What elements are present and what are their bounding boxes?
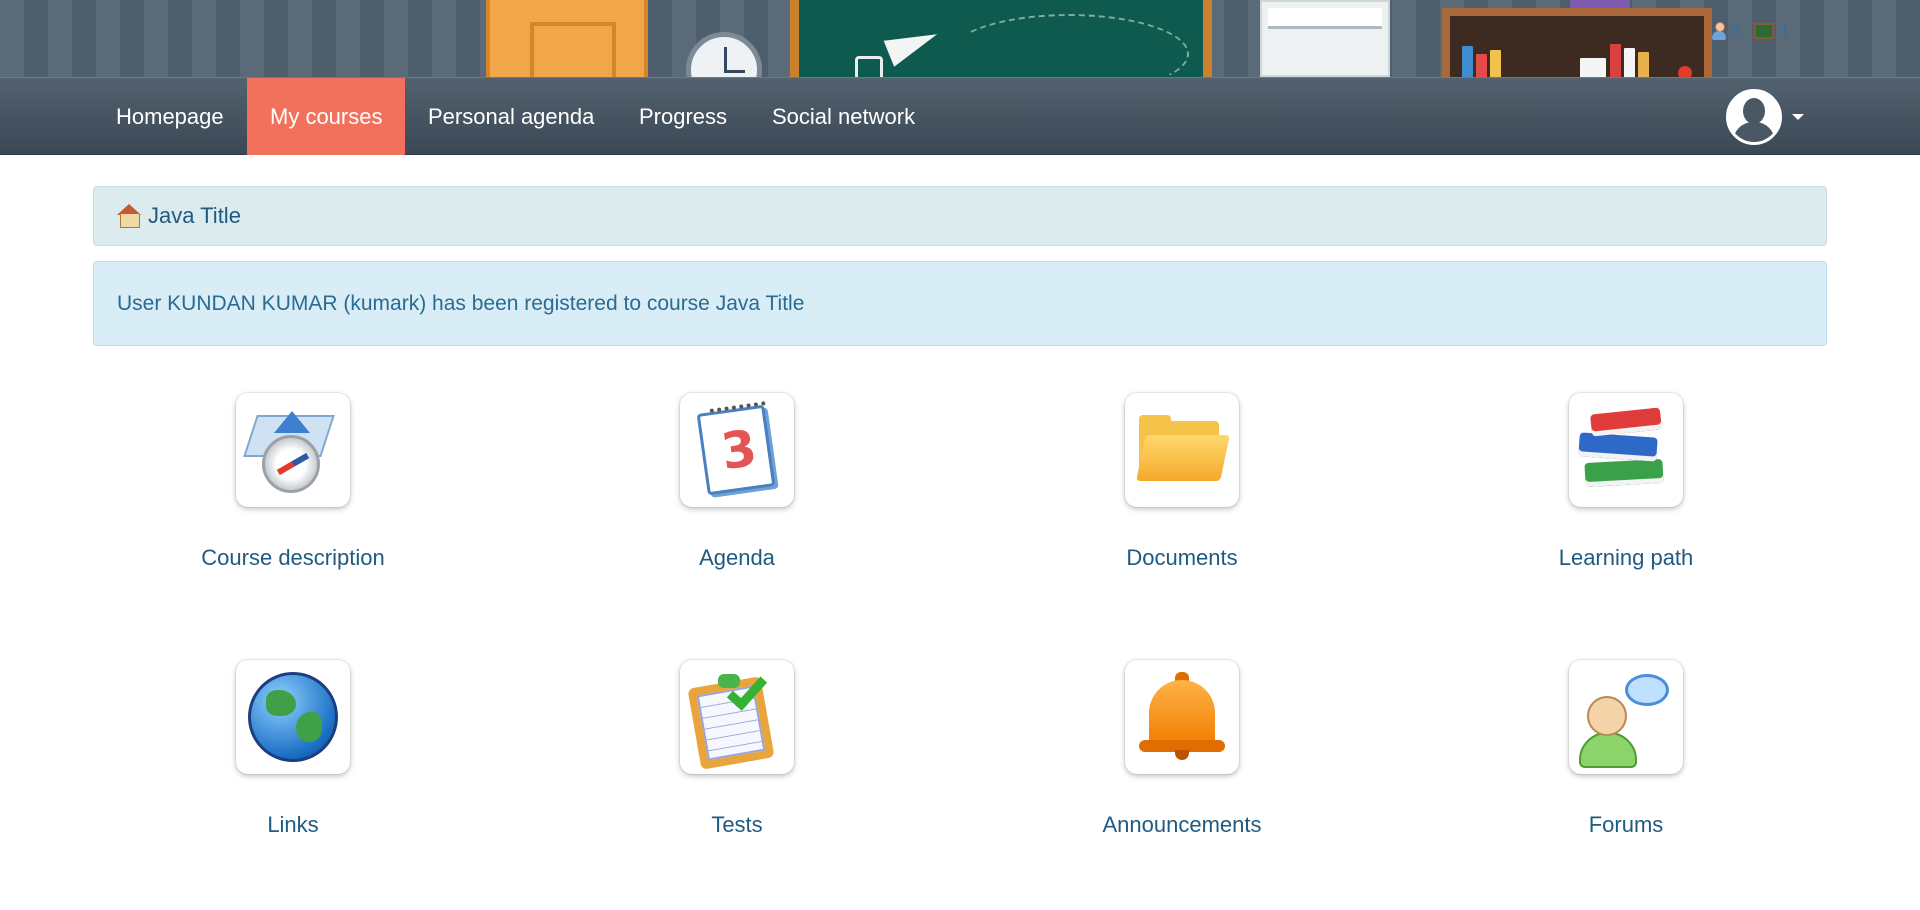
tool-documents[interactable]: Documents [1032,393,1332,571]
tool-links[interactable]: Links [143,660,443,838]
banner-bookshelf-illustration [1442,8,1712,77]
forum-icon[interactable] [1569,660,1683,774]
checklist-icon[interactable] [680,660,794,774]
banner-poster-illustration [1260,0,1390,77]
tool-label[interactable]: Course description [143,545,443,571]
users-online-count: 3 [1732,22,1741,40]
tool-forums[interactable]: Forums [1476,660,1776,838]
user-menu-toggle[interactable] [1726,89,1804,145]
tool-label[interactable]: Forums [1476,812,1776,838]
breadcrumb: Java Title [93,186,1827,246]
tool-label[interactable]: Learning path [1476,545,1776,571]
home-icon[interactable] [116,204,142,228]
tool-label[interactable]: Links [143,812,443,838]
banner-door-illustration [486,0,648,77]
globe-icon[interactable] [236,660,350,774]
tool-label[interactable]: Announcements [1032,812,1332,838]
online-counters: 3 1 [1712,22,1789,40]
teachers-online-counter[interactable]: 1 [1754,22,1789,40]
teachers-online-count: 1 [1780,22,1789,40]
alert-message: User KUNDAN KUMAR (kumark) has been regi… [117,291,805,315]
users-online-counter[interactable]: 3 [1712,22,1740,40]
nav-progress[interactable]: Progress [616,78,750,155]
tool-label[interactable]: Documents [1032,545,1332,571]
nav-homepage[interactable]: Homepage [93,78,247,155]
compass-icon[interactable] [236,393,350,507]
teachers-online-icon [1754,23,1775,39]
banner-chalkboard-illustration [790,0,1212,77]
breadcrumb-course-link[interactable]: Java Title [148,203,241,229]
nav-social-network[interactable]: Social network [749,78,938,155]
nav-my-courses[interactable]: My courses [247,78,406,155]
header-banner: 3 1 [0,0,1920,77]
calendar-icon[interactable]: 3 [680,393,794,507]
chevron-down-icon [1792,114,1804,120]
tool-tests[interactable]: Tests [587,660,887,838]
bell-icon[interactable] [1125,660,1239,774]
main-navbar: Homepage My courses Personal agenda Prog… [0,77,1920,155]
tool-label[interactable]: Tests [587,812,887,838]
avatar [1726,89,1782,145]
folder-icon[interactable] [1125,393,1239,507]
users-online-icon [1712,22,1726,40]
tool-agenda[interactable]: 3 Agenda [587,393,887,571]
banner-clock-illustration [686,32,762,77]
nav-personal-agenda[interactable]: Personal agenda [405,78,617,155]
registration-alert: User KUNDAN KUMAR (kumark) has been regi… [93,261,1827,346]
books-icon[interactable] [1569,393,1683,507]
tool-announcements[interactable]: Announcements [1032,660,1332,838]
tool-learning-path[interactable]: Learning path [1476,393,1776,571]
tool-course-description[interactable]: Course description [143,393,443,571]
tool-label[interactable]: Agenda [587,545,887,571]
